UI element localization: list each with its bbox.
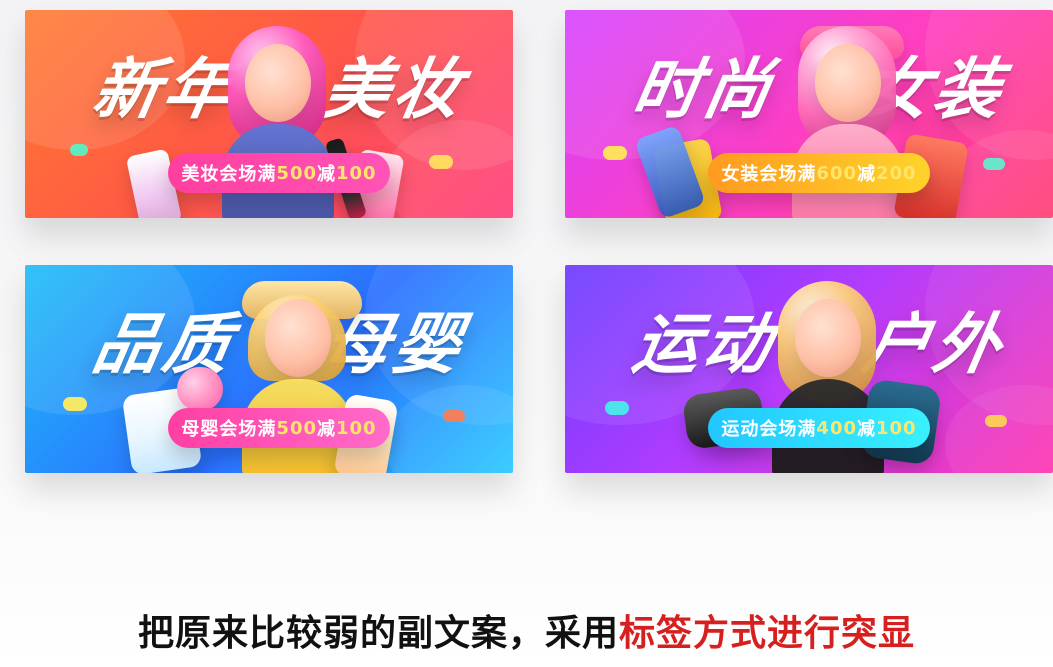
face bbox=[245, 44, 311, 122]
promo-mid: 减 bbox=[317, 419, 336, 440]
decorative-blob bbox=[385, 385, 513, 473]
canvas: 新年 美妆 美妆会场满 500 减 100 时尚 女装 女装会场满 600 减 … bbox=[0, 0, 1053, 667]
promo-prefix: 美妆会场满 bbox=[181, 164, 277, 185]
caption-prefix: 把原来比较弱的副文案，采用 bbox=[137, 613, 619, 654]
promo-mid: 减 bbox=[857, 164, 876, 185]
promo-amount-2: 100 bbox=[336, 417, 377, 439]
promo-amount-1: 500 bbox=[276, 162, 317, 184]
promo-amount-1: 500 bbox=[276, 417, 317, 439]
face bbox=[815, 44, 881, 122]
sparkle-icon bbox=[605, 401, 629, 415]
promo-tag[interactable]: 女装会场满 600 减 200 bbox=[708, 153, 930, 193]
banner-sports-outdoor[interactable]: 运动 户外 运动会场满 400 减 100 bbox=[565, 265, 1053, 473]
sparkle-icon bbox=[70, 144, 88, 156]
sparkle-icon bbox=[429, 155, 453, 169]
sparkle-icon bbox=[603, 146, 627, 160]
promo-tag[interactable]: 运动会场满 400 减 100 bbox=[708, 408, 930, 448]
sparkle-icon bbox=[985, 415, 1007, 427]
promo-mid: 减 bbox=[317, 164, 336, 185]
promo-amount-1: 600 bbox=[816, 162, 857, 184]
promo-amount-2: 100 bbox=[336, 162, 377, 184]
promo-prefix: 母婴会场满 bbox=[181, 419, 277, 440]
promo-prefix: 运动会场满 bbox=[721, 419, 817, 440]
banner-title-left: 时尚 bbox=[627, 51, 781, 128]
promo-amount-2: 100 bbox=[876, 417, 917, 439]
promo-amount-1: 400 bbox=[816, 417, 857, 439]
sparkle-icon bbox=[983, 158, 1005, 170]
promo-tag[interactable]: 母婴会场满 500 减 100 bbox=[168, 408, 390, 448]
promo-amount-2: 200 bbox=[876, 162, 917, 184]
caption-highlight: 标签方式进行突显 bbox=[619, 613, 916, 654]
banner-fashion-womenswear[interactable]: 时尚 女装 女装会场满 600 减 200 bbox=[565, 10, 1053, 218]
face bbox=[795, 299, 861, 377]
banner-quality-maternal-baby[interactable]: 品质 母婴 母婴会场满 500 减 100 bbox=[25, 265, 513, 473]
sparkle-icon bbox=[63, 397, 87, 411]
promo-prefix: 女装会场满 bbox=[721, 164, 817, 185]
promo-mid: 减 bbox=[857, 419, 876, 440]
sparkle-icon bbox=[443, 410, 465, 422]
promo-tag[interactable]: 美妆会场满 500 减 100 bbox=[168, 153, 390, 193]
product-toy-icon bbox=[177, 367, 223, 411]
decorative-blob bbox=[945, 385, 1053, 473]
bottom-caption: 把原来比较弱的副文案，采用标签方式进行突显 bbox=[0, 604, 1053, 656]
banner-new-year-beauty[interactable]: 新年 美妆 美妆会场满 500 减 100 bbox=[25, 10, 513, 218]
face bbox=[265, 299, 331, 377]
